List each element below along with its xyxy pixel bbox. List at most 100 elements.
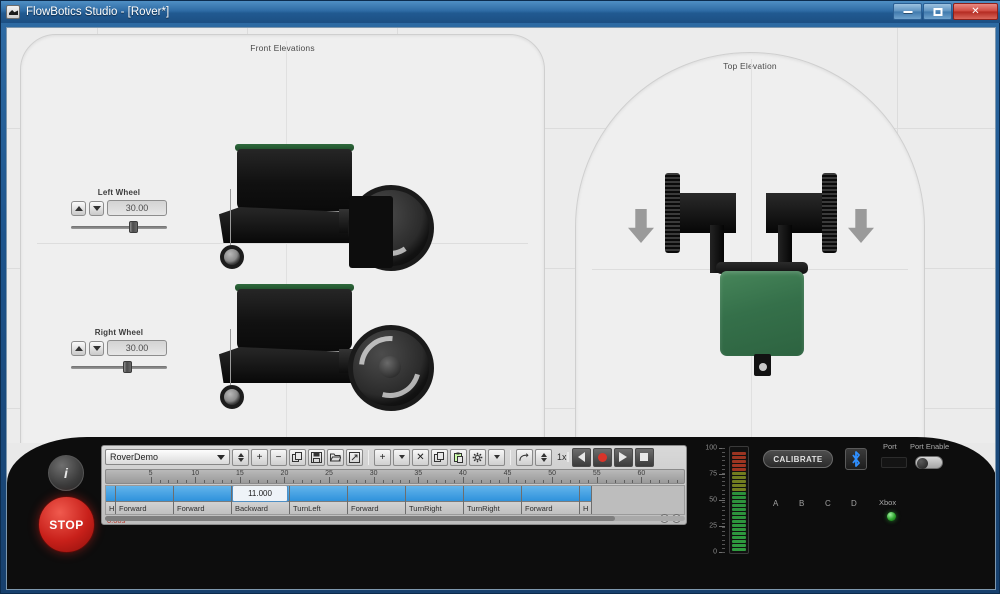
play-button[interactable] xyxy=(613,447,633,467)
level-meter-minor-tick xyxy=(722,510,725,512)
level-meter-minor-tick xyxy=(722,456,725,458)
stop-button[interactable]: STOP xyxy=(38,496,95,553)
level-meter-segment xyxy=(732,472,746,475)
left-wheel-slider[interactable] xyxy=(71,221,167,233)
gear-icon[interactable] xyxy=(469,448,486,466)
level-meter-minor-tick xyxy=(722,493,725,495)
ruler-tick-label: 45 xyxy=(503,470,512,477)
bluetooth-button[interactable] xyxy=(845,448,867,470)
button-indicator-c: C xyxy=(825,499,831,508)
clip-label: Forward xyxy=(116,502,173,514)
chevron-down-icon xyxy=(493,455,500,459)
level-meter-minor-tick xyxy=(722,472,725,474)
right-wheel-control[interactable]: Right Wheel 30.00 xyxy=(71,328,167,373)
timeline-clip[interactable]: Forward xyxy=(174,486,232,514)
timeline-scrollbar[interactable] xyxy=(105,516,685,521)
insert-menu-button[interactable] xyxy=(393,448,410,466)
clip-bar[interactable] xyxy=(174,486,231,502)
project-dropdown[interactable]: RoverDemo xyxy=(105,449,230,465)
save-icon[interactable] xyxy=(308,448,325,466)
add-project-button[interactable]: + xyxy=(251,448,268,466)
ruler-tick-label: 60 xyxy=(637,470,646,477)
delete-block-button[interactable]: ✕ xyxy=(412,448,429,466)
xbox-label: Xbox xyxy=(879,498,897,507)
rewind-button[interactable] xyxy=(566,447,591,467)
settings-menu-button[interactable] xyxy=(488,448,505,466)
right-wheel-value[interactable]: 30.00 xyxy=(107,340,167,356)
ruler-tick xyxy=(596,477,598,483)
copy-icon[interactable] xyxy=(431,448,448,466)
timeline-clip[interactable]: Forward xyxy=(348,486,406,514)
minimize-button[interactable] xyxy=(893,3,922,20)
level-meter: 100 75 50 25 0 xyxy=(701,444,755,556)
level-meter-segment xyxy=(732,460,746,463)
level-meter-label: 50 xyxy=(709,496,717,504)
client-area: Front Elevations Left Wheel 30.00 Right … xyxy=(6,27,996,590)
level-meter-minor-tick xyxy=(722,481,725,483)
level-meter-minor-tick xyxy=(722,514,725,516)
remove-project-button[interactable]: − xyxy=(270,448,287,466)
simulation-viewport[interactable]: Front Elevations Left Wheel 30.00 Right … xyxy=(7,28,995,443)
level-meter-segment xyxy=(732,480,746,483)
clip-bar[interactable] xyxy=(106,486,115,502)
paste-icon[interactable] xyxy=(450,448,467,466)
calibrate-button[interactable]: CALIBRATE xyxy=(763,450,833,468)
project-stepper[interactable] xyxy=(232,448,249,466)
stop-playback-button[interactable] xyxy=(634,447,654,467)
folder-open-icon[interactable] xyxy=(327,448,344,466)
ruler-minor-tick xyxy=(480,480,482,483)
clip-bar[interactable] xyxy=(116,486,173,502)
right-wheel-increment-button[interactable] xyxy=(71,340,86,356)
info-button[interactable]: i xyxy=(48,455,84,491)
timeline-clip[interactable]: H xyxy=(106,486,116,514)
timeline-clip[interactable]: Forward xyxy=(522,486,580,514)
loop-icon[interactable] xyxy=(516,448,533,466)
ruler-minor-tick xyxy=(436,480,438,483)
ruler-tick xyxy=(239,477,241,483)
left-wheel-value[interactable]: 30.00 xyxy=(107,200,167,216)
clip-bar[interactable] xyxy=(348,486,405,502)
export-icon[interactable] xyxy=(346,448,363,466)
level-meter-label: 0 xyxy=(713,548,717,556)
right-wheel-decrement-button[interactable] xyxy=(89,340,104,356)
timeline-clip[interactable]: TurnRight xyxy=(464,486,522,514)
caster-rod xyxy=(230,329,231,391)
clip-bar[interactable] xyxy=(522,486,579,502)
left-wheel-increment-button[interactable] xyxy=(71,200,86,216)
level-meter-minor-tick xyxy=(722,547,725,549)
clip-bar[interactable] xyxy=(580,486,591,502)
speed-stepper[interactable] xyxy=(535,448,552,466)
top-elevation-label: Top Elevation xyxy=(723,61,777,71)
toggle-knob xyxy=(917,458,928,469)
clip-bar[interactable] xyxy=(406,486,463,502)
ruler-minor-tick xyxy=(454,480,455,483)
window-title: FlowBotics Studio - [Rover*] xyxy=(26,6,170,18)
timeline-track[interactable]: H Forward Forward Backward TurnLeft Forward Tu… xyxy=(105,485,685,515)
timeline-clip[interactable]: TurnRight xyxy=(406,486,464,514)
insert-block-button[interactable]: + xyxy=(374,448,391,466)
left-wheel-control[interactable]: Left Wheel 30.00 xyxy=(71,188,167,233)
ruler-minor-tick xyxy=(168,480,170,483)
caret-down-icon xyxy=(92,205,101,211)
robot-front-view-lower xyxy=(219,281,434,421)
clip-label: Forward xyxy=(348,502,405,514)
timeline-clip[interactable]: Forward xyxy=(116,486,174,514)
slider-thumb[interactable] xyxy=(129,221,138,233)
direction-arrow-right-icon xyxy=(848,209,874,243)
slider-thumb[interactable] xyxy=(123,361,132,373)
left-wheel-decrement-button[interactable] xyxy=(89,200,104,216)
timeline-clip[interactable]: TurnLeft xyxy=(290,486,348,514)
clip-bar[interactable] xyxy=(290,486,347,502)
timeline-ruler[interactable]: 5 10 15 20 25 30 35 40 45 50 55 60 xyxy=(105,469,685,484)
duplicate-icon[interactable] xyxy=(289,448,306,466)
maximize-button[interactable] xyxy=(923,3,952,20)
caret-down-icon xyxy=(92,345,101,351)
right-wheel-slider[interactable] xyxy=(71,361,167,373)
timeline-clip[interactable]: H xyxy=(580,486,592,514)
record-button[interactable] xyxy=(592,447,612,467)
port-field[interactable] xyxy=(881,457,907,468)
clip-bar[interactable] xyxy=(464,486,521,502)
close-button[interactable]: ✕ xyxy=(953,3,998,20)
scrollbar-thumb[interactable] xyxy=(105,516,616,521)
port-enable-toggle[interactable] xyxy=(915,456,943,469)
